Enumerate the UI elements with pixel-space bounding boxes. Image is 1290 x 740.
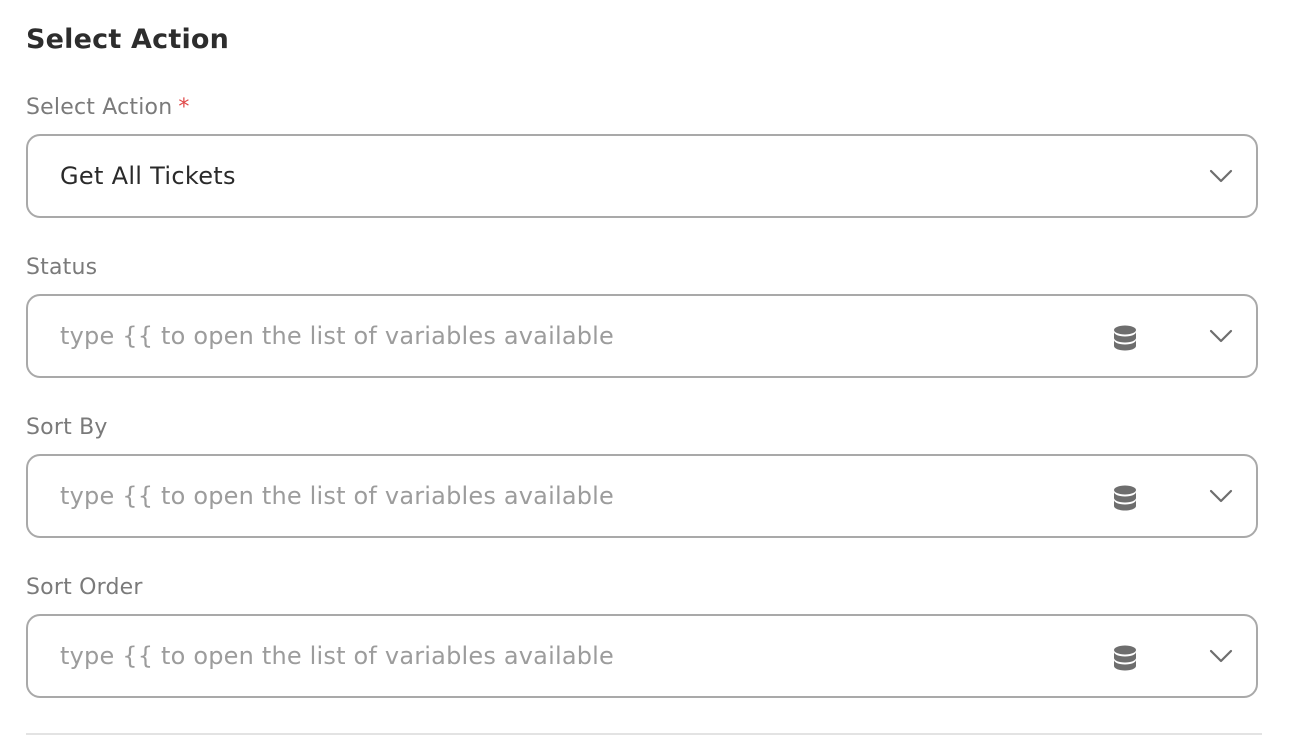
sort-by-dropdown[interactable] [26,454,1258,538]
section-title: Select Action [26,24,230,55]
sort-by-label: Sort By [26,415,108,440]
status-label: Status [26,255,98,280]
sort-order-label: Sort Order [26,575,143,600]
select-action-label-text: Select Action [26,95,173,120]
chevron-down-icon[interactable] [1208,166,1234,186]
status-dropdown[interactable] [26,294,1258,378]
chevron-down-icon[interactable] [1208,646,1234,666]
database-icon[interactable] [1112,484,1138,512]
sort-order-dropdown[interactable] [26,614,1258,698]
database-icon[interactable] [1112,644,1138,672]
status-input[interactable] [60,322,1060,350]
select-action-value: Get All Tickets [60,162,236,190]
chevron-down-icon[interactable] [1208,486,1234,506]
bottom-divider [26,733,1262,735]
chevron-down-icon[interactable] [1208,326,1234,346]
sort-order-input[interactable] [60,642,1060,670]
database-icon[interactable] [1112,324,1138,352]
select-action-dropdown[interactable]: Get All Tickets [26,134,1258,218]
required-asterisk: * [178,95,190,120]
sort-by-input[interactable] [60,482,1060,510]
select-action-label: Select Action * [26,95,190,120]
